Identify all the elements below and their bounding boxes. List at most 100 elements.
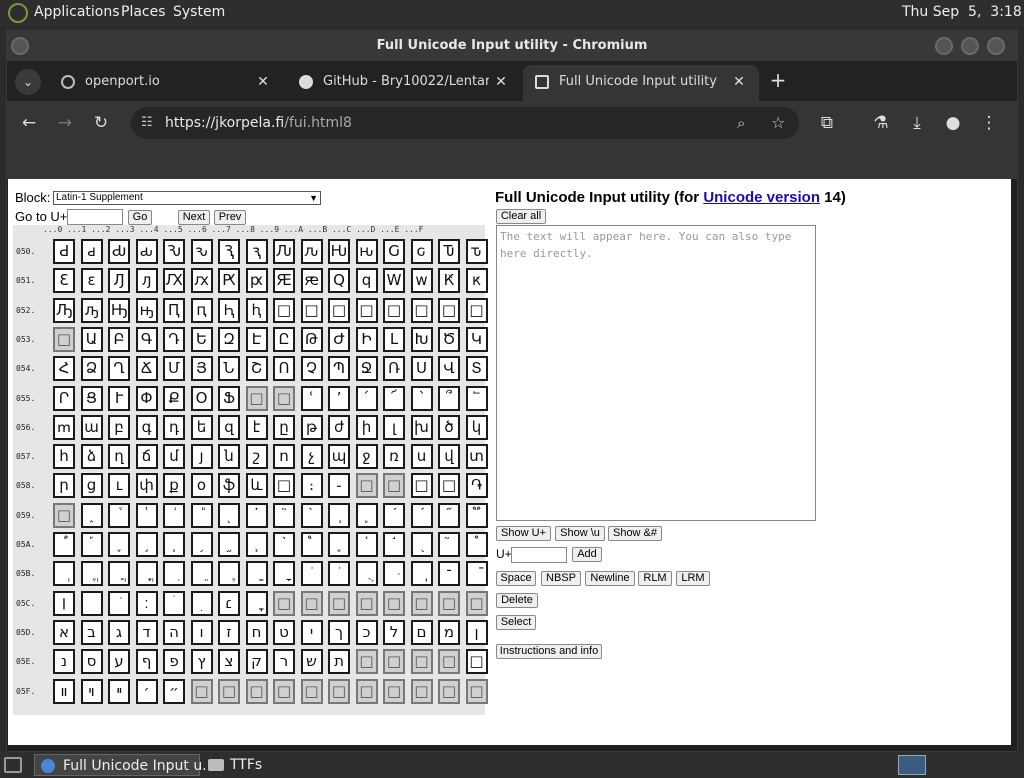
char-cell[interactable]: ץ: [190, 649, 213, 675]
char-cell[interactable]: ׳: [135, 678, 158, 704]
char-cell[interactable]: ղ: [108, 444, 130, 470]
char-cell[interactable]: ׃: [135, 590, 158, 616]
char-cell[interactable]: Հ: [53, 356, 75, 382]
char-cell[interactable]: ֠: [53, 532, 75, 557]
char-cell[interactable]: ז: [218, 619, 240, 645]
char-cell[interactable]: ֑: [80, 502, 103, 528]
char-cell[interactable]: ԙ: [300, 268, 323, 294]
clear-all-button[interactable]: Clear all: [496, 209, 546, 224]
nbsp-button[interactable]: NBSP: [541, 571, 581, 586]
prev-button[interactable]: Prev: [214, 210, 246, 225]
char-cell[interactable]: ՝: [410, 385, 433, 411]
char-cell[interactable]: □: [218, 678, 240, 704]
reload-icon[interactable]: ↻: [87, 109, 115, 137]
char-cell[interactable]: □: [410, 590, 433, 616]
char-cell[interactable]: □: [383, 473, 405, 499]
char-cell[interactable]: ռ: [383, 444, 405, 470]
address-bar[interactable]: ☷ https://jkorpela.fi/fui.html8 ⌕ ☆: [131, 107, 799, 139]
char-cell[interactable]: ײ: [108, 678, 130, 704]
char-cell[interactable]: Ն: [218, 356, 240, 382]
char-cell[interactable]: ק: [245, 649, 268, 675]
char-cell[interactable]: □: [383, 678, 405, 704]
char-cell[interactable]: □: [273, 590, 295, 616]
char-cell[interactable]: ի: [355, 414, 378, 440]
char-cell[interactable]: ח: [245, 619, 268, 645]
char-cell[interactable]: Ճ: [135, 356, 158, 382]
char-cell[interactable]: □: [273, 678, 295, 704]
char-cell[interactable]: Ԉ: [273, 239, 295, 264]
char-cell[interactable]: ת: [328, 649, 350, 675]
new-tab-button[interactable]: +: [765, 67, 791, 93]
char-cell[interactable]: ԁ: [80, 239, 103, 264]
char-cell[interactable]: ֳ: [135, 561, 158, 587]
char-cell[interactable]: ֹ: [300, 561, 323, 587]
char-cell[interactable]: □: [273, 473, 295, 499]
char-cell[interactable]: Վ: [438, 356, 460, 382]
char-cell[interactable]: Բ: [108, 326, 130, 352]
char-cell[interactable]: Գ: [135, 326, 158, 352]
char-cell[interactable]: ֞: [438, 502, 460, 528]
go-button[interactable]: Go: [128, 210, 152, 225]
char-cell[interactable]: □: [300, 297, 323, 323]
char-cell[interactable]: ֖: [218, 502, 240, 528]
char-cell[interactable]: ԛ: [355, 268, 378, 294]
char-cell[interactable]: ր: [53, 473, 75, 499]
char-cell[interactable]: ֙: [300, 502, 323, 528]
char-cell[interactable]: ֊: [328, 473, 350, 499]
char-cell[interactable]: י: [300, 619, 323, 645]
char-cell[interactable]: ֫: [355, 532, 378, 557]
char-cell[interactable]: Փ: [135, 385, 158, 411]
char-cell[interactable]: Ո: [273, 356, 295, 382]
char-cell[interactable]: ճ: [135, 444, 158, 470]
char-cell[interactable]: յ: [190, 444, 213, 470]
char-cell[interactable]: ׂ: [108, 590, 130, 616]
char-cell[interactable]: □: [355, 678, 378, 704]
char-cell[interactable]: ֘: [273, 502, 295, 528]
select-button[interactable]: Select: [496, 615, 536, 630]
char-cell[interactable]: ԇ: [245, 239, 268, 264]
char-cell[interactable]: Օ: [190, 385, 213, 411]
char-cell[interactable]: Ԕ: [163, 268, 185, 294]
char-cell[interactable]: ל: [383, 619, 405, 645]
char-cell[interactable]: Ւ: [108, 385, 130, 411]
add-button[interactable]: Add: [572, 547, 602, 562]
char-cell[interactable]: □: [410, 297, 433, 323]
char-cell[interactable]: ֡: [80, 532, 103, 557]
char-cell[interactable]: օ: [190, 473, 213, 499]
task-chromium[interactable]: Full Unicode Input u...: [34, 754, 216, 776]
char-cell[interactable]: ՞: [438, 385, 460, 411]
char-cell[interactable]: □: [245, 678, 268, 704]
char-cell[interactable]: ן: [465, 619, 488, 645]
text-output-area[interactable]: The text will appear here. You can also …: [496, 225, 816, 521]
char-cell[interactable]: ֔: [163, 502, 185, 528]
char-cell[interactable]: ծ: [438, 414, 460, 440]
char-cell[interactable]: ׀: [53, 590, 75, 616]
char-cell[interactable]: □: [438, 297, 460, 323]
char-cell[interactable]: Ԇ: [218, 239, 240, 264]
char-cell[interactable]: ը: [273, 414, 295, 440]
char-cell[interactable]: □: [53, 326, 75, 352]
char-cell[interactable]: ס: [80, 649, 103, 675]
char-cell[interactable]: ժ: [328, 414, 350, 440]
char-cell[interactable]: □: [383, 649, 405, 675]
char-cell[interactable]: ב: [80, 619, 103, 645]
char-cell[interactable]: □: [245, 385, 268, 411]
char-cell[interactable]: □: [273, 297, 295, 323]
instructions-button[interactable]: Instructions and info: [496, 644, 602, 659]
char-cell[interactable]: թ: [300, 414, 323, 440]
char-cell[interactable]: ց: [80, 473, 103, 499]
char-cell[interactable]: Ջ: [355, 356, 378, 382]
lrm-button[interactable]: LRM: [676, 571, 710, 586]
char-cell[interactable]: ձ: [80, 444, 103, 470]
bookmark-star-icon[interactable]: ☆: [771, 107, 785, 139]
char-cell[interactable]: Շ: [245, 356, 268, 382]
char-cell[interactable]: ִ: [163, 561, 185, 587]
char-cell[interactable]: ף: [135, 649, 158, 675]
char-cell[interactable]: ֨: [273, 532, 295, 557]
char-cell[interactable]: ם: [410, 619, 433, 645]
char-cell[interactable]: Է: [245, 326, 268, 352]
char-cell[interactable]: א: [53, 619, 75, 645]
char-cell[interactable]: □: [300, 678, 323, 704]
task-ttfs[interactable]: TTFs: [204, 754, 364, 776]
char-cell[interactable]: ֕: [190, 502, 213, 528]
